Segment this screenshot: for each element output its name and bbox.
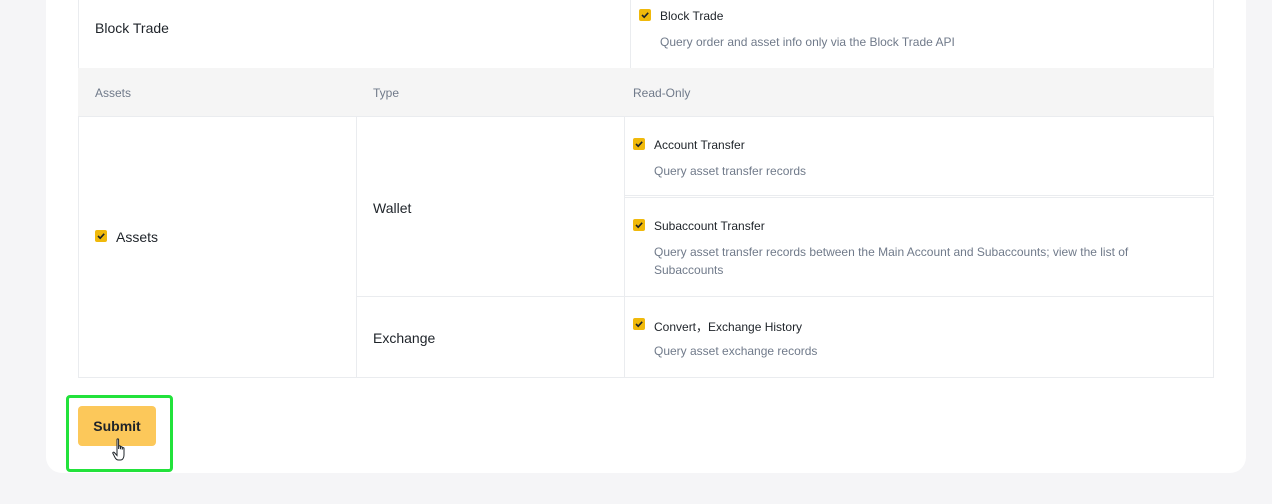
checkmark-icon bbox=[635, 141, 643, 148]
checkmark-icon bbox=[641, 12, 649, 19]
exchange-type-label: Exchange bbox=[373, 330, 436, 346]
subaccount-transfer-label[interactable]: Subaccount Transfer bbox=[654, 219, 765, 233]
account-transfer-label[interactable]: Account Transfer bbox=[654, 138, 745, 152]
block-trade-checkbox[interactable] bbox=[639, 9, 651, 21]
wallet-type-label: Wallet bbox=[373, 200, 412, 216]
header-assets: Assets bbox=[95, 86, 132, 100]
exchange-history-cell bbox=[624, 296, 1214, 378]
exchange-history-checkbox[interactable] bbox=[633, 318, 645, 330]
subaccount-transfer-description-line2: Subaccounts bbox=[654, 263, 724, 277]
assets-checkbox[interactable] bbox=[95, 230, 107, 242]
checkmark-icon bbox=[635, 321, 643, 328]
subaccount-transfer-checkbox[interactable] bbox=[633, 219, 645, 231]
block-trade-option-label[interactable]: Block Trade bbox=[660, 9, 723, 23]
block-trade-row-label: Block Trade bbox=[95, 20, 169, 36]
checkmark-icon bbox=[97, 233, 105, 240]
exchange-history-label[interactable]: Convert，Exchange History bbox=[654, 318, 802, 335]
checkmark-icon bbox=[635, 222, 643, 229]
block-trade-option-description: Query order and asset info only via the … bbox=[660, 35, 955, 49]
account-transfer-description: Query asset transfer records bbox=[654, 164, 807, 178]
assets-cell bbox=[78, 116, 357, 378]
exchange-history-description: Query asset exchange records bbox=[654, 344, 818, 358]
hand-pointer-icon bbox=[112, 438, 125, 461]
header-type: Type bbox=[373, 86, 400, 100]
subaccount-transfer-description-line1: Query asset transfer records between the… bbox=[654, 245, 1129, 259]
header-read-only: Read-Only bbox=[633, 86, 691, 100]
assets-label[interactable]: Assets bbox=[116, 229, 158, 245]
account-transfer-cell bbox=[624, 116, 1214, 196]
account-transfer-checkbox[interactable] bbox=[633, 138, 645, 150]
